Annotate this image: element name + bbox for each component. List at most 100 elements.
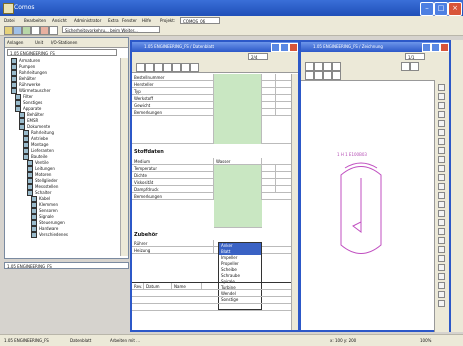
navigator-project-select[interactable]: 1.05 ENGINEERING_FS bbox=[7, 49, 117, 56]
workflow-select[interactable]: Sicherheitsvorkehru... beim Weiter... bbox=[62, 26, 160, 33]
vessel-symbol[interactable] bbox=[331, 160, 391, 270]
tree-item[interactable]: Verschiedenes bbox=[31, 232, 68, 238]
tool-icon[interactable] bbox=[438, 138, 445, 145]
value-cell[interactable] bbox=[214, 172, 262, 179]
minimize-button[interactable]: – bbox=[420, 2, 434, 16]
value-cell[interactable] bbox=[214, 102, 262, 109]
datasheet-scrollbar[interactable] bbox=[291, 74, 298, 330]
paste-icon[interactable] bbox=[332, 62, 341, 71]
paste-icon[interactable] bbox=[154, 63, 163, 72]
tab-unit[interactable]: Unit bbox=[35, 40, 43, 45]
tool-icon[interactable] bbox=[438, 111, 445, 118]
value-cell[interactable] bbox=[214, 200, 262, 228]
menu-bar: Datei Bearbeiten Ansicht Administrator E… bbox=[0, 16, 463, 25]
maximize-button[interactable]: □ bbox=[434, 2, 448, 16]
status-zoom: 100% bbox=[420, 338, 432, 343]
tool-icon[interactable] bbox=[438, 300, 445, 307]
search-icon[interactable] bbox=[163, 63, 172, 72]
value-cell[interactable] bbox=[214, 116, 262, 144]
print-icon[interactable] bbox=[31, 26, 40, 35]
menu-ansicht[interactable]: Ansicht bbox=[52, 18, 67, 23]
circle-icon[interactable] bbox=[332, 71, 341, 80]
value-cell[interactable]: Wasser bbox=[214, 158, 262, 165]
value-cell[interactable] bbox=[214, 193, 262, 200]
rectangle-icon[interactable] bbox=[323, 71, 332, 80]
tool-icon[interactable] bbox=[438, 291, 445, 298]
datasheet-minimize-button[interactable] bbox=[271, 43, 280, 52]
tool-icon[interactable] bbox=[438, 255, 445, 262]
menu-datei[interactable]: Datei bbox=[4, 18, 15, 23]
zoom-in-icon[interactable] bbox=[172, 63, 181, 72]
tool-icon[interactable] bbox=[438, 192, 445, 199]
zoom-out-icon[interactable] bbox=[181, 63, 190, 72]
drawing-window: 1.05 ENGINEERING_FS / Zeichnung 1/1 1 H … bbox=[299, 40, 451, 332]
tool-icon[interactable] bbox=[438, 228, 445, 235]
drawing-minimize-button[interactable] bbox=[422, 43, 431, 52]
menu-hilfe[interactable]: Hilfe bbox=[142, 18, 151, 23]
zoom-in-icon[interactable] bbox=[401, 62, 410, 71]
menu-fenster[interactable]: Fenster bbox=[122, 18, 137, 23]
project-select[interactable]: COMOS_06 bbox=[180, 17, 220, 24]
value-cell[interactable] bbox=[214, 88, 262, 95]
tool-icon[interactable] bbox=[438, 120, 445, 127]
value-cell[interactable] bbox=[214, 74, 262, 81]
menu-bearbeiten[interactable]: Bearbeiten bbox=[24, 18, 46, 23]
tab-io-stationen[interactable]: I/O-Stationen bbox=[51, 40, 77, 45]
value-cell[interactable] bbox=[214, 95, 262, 102]
tool-icon[interactable] bbox=[438, 102, 445, 109]
tool-icon[interactable] bbox=[438, 201, 445, 208]
drawing-page-field[interactable]: 1/1 bbox=[405, 53, 425, 60]
menu-extra[interactable]: Extra bbox=[108, 18, 119, 23]
value-cell[interactable] bbox=[214, 109, 262, 116]
datasheet-maximize-button[interactable] bbox=[280, 43, 289, 52]
table-row bbox=[132, 116, 292, 144]
pointer-icon[interactable] bbox=[305, 62, 314, 71]
tool-icon[interactable] bbox=[438, 210, 445, 217]
refresh-icon[interactable] bbox=[190, 63, 199, 72]
tool-icon[interactable] bbox=[438, 246, 445, 253]
tool-icon[interactable] bbox=[438, 93, 445, 100]
datasheet-page-field[interactable]: 2/4 bbox=[248, 53, 268, 60]
value-cell[interactable] bbox=[214, 81, 262, 88]
properties-icon[interactable] bbox=[49, 26, 58, 35]
tool-icon[interactable] bbox=[438, 282, 445, 289]
copy-icon[interactable] bbox=[145, 63, 154, 72]
tool-icon[interactable] bbox=[438, 129, 445, 136]
open-icon[interactable] bbox=[13, 26, 22, 35]
line-icon[interactable] bbox=[314, 71, 323, 80]
tool-icon[interactable] bbox=[438, 147, 445, 154]
select-icon[interactable] bbox=[305, 71, 314, 80]
app-icon bbox=[3, 3, 14, 14]
navigator-scrollbar[interactable] bbox=[120, 58, 128, 256]
tool-icon[interactable] bbox=[438, 174, 445, 181]
drawing-close-button[interactable] bbox=[440, 43, 449, 52]
tool-icon[interactable] bbox=[438, 219, 445, 226]
tool-icon[interactable] bbox=[438, 237, 445, 244]
navigator-panel: Anlagen Unit I/O-Stationen 1.05 ENGINEER… bbox=[4, 37, 129, 259]
new-icon[interactable] bbox=[4, 26, 13, 35]
tab-anlagen[interactable]: Anlagen bbox=[7, 40, 23, 45]
menu-administrator[interactable]: Administrator bbox=[74, 18, 101, 23]
value-cell[interactable] bbox=[214, 165, 262, 172]
drawing-maximize-button[interactable] bbox=[431, 43, 440, 52]
value-cell[interactable] bbox=[214, 186, 262, 193]
tool-icon[interactable] bbox=[438, 264, 445, 271]
edit-icon[interactable] bbox=[136, 63, 145, 72]
save-icon[interactable] bbox=[22, 26, 31, 35]
tool-icon[interactable] bbox=[438, 165, 445, 172]
drawing-side-toolbar bbox=[434, 80, 449, 332]
tool-icon[interactable] bbox=[438, 273, 445, 280]
tool-icon[interactable] bbox=[438, 84, 445, 91]
drawing-canvas[interactable]: 1 H 1 E100B03 bbox=[301, 80, 433, 332]
tool-icon[interactable] bbox=[438, 156, 445, 163]
zoom-out-icon[interactable] bbox=[410, 62, 419, 71]
column-header: Rev. bbox=[134, 283, 144, 290]
delete-icon[interactable] bbox=[40, 26, 49, 35]
navigator-tree: Armaturen Pumpen Rohrleitungen Behälter … bbox=[7, 58, 119, 256]
value-cell[interactable] bbox=[214, 179, 262, 186]
datasheet-close-button[interactable] bbox=[289, 43, 298, 52]
copy-icon[interactable] bbox=[323, 62, 332, 71]
edit-icon[interactable] bbox=[314, 62, 323, 71]
close-button[interactable]: × bbox=[448, 2, 462, 16]
tool-icon[interactable] bbox=[438, 183, 445, 190]
